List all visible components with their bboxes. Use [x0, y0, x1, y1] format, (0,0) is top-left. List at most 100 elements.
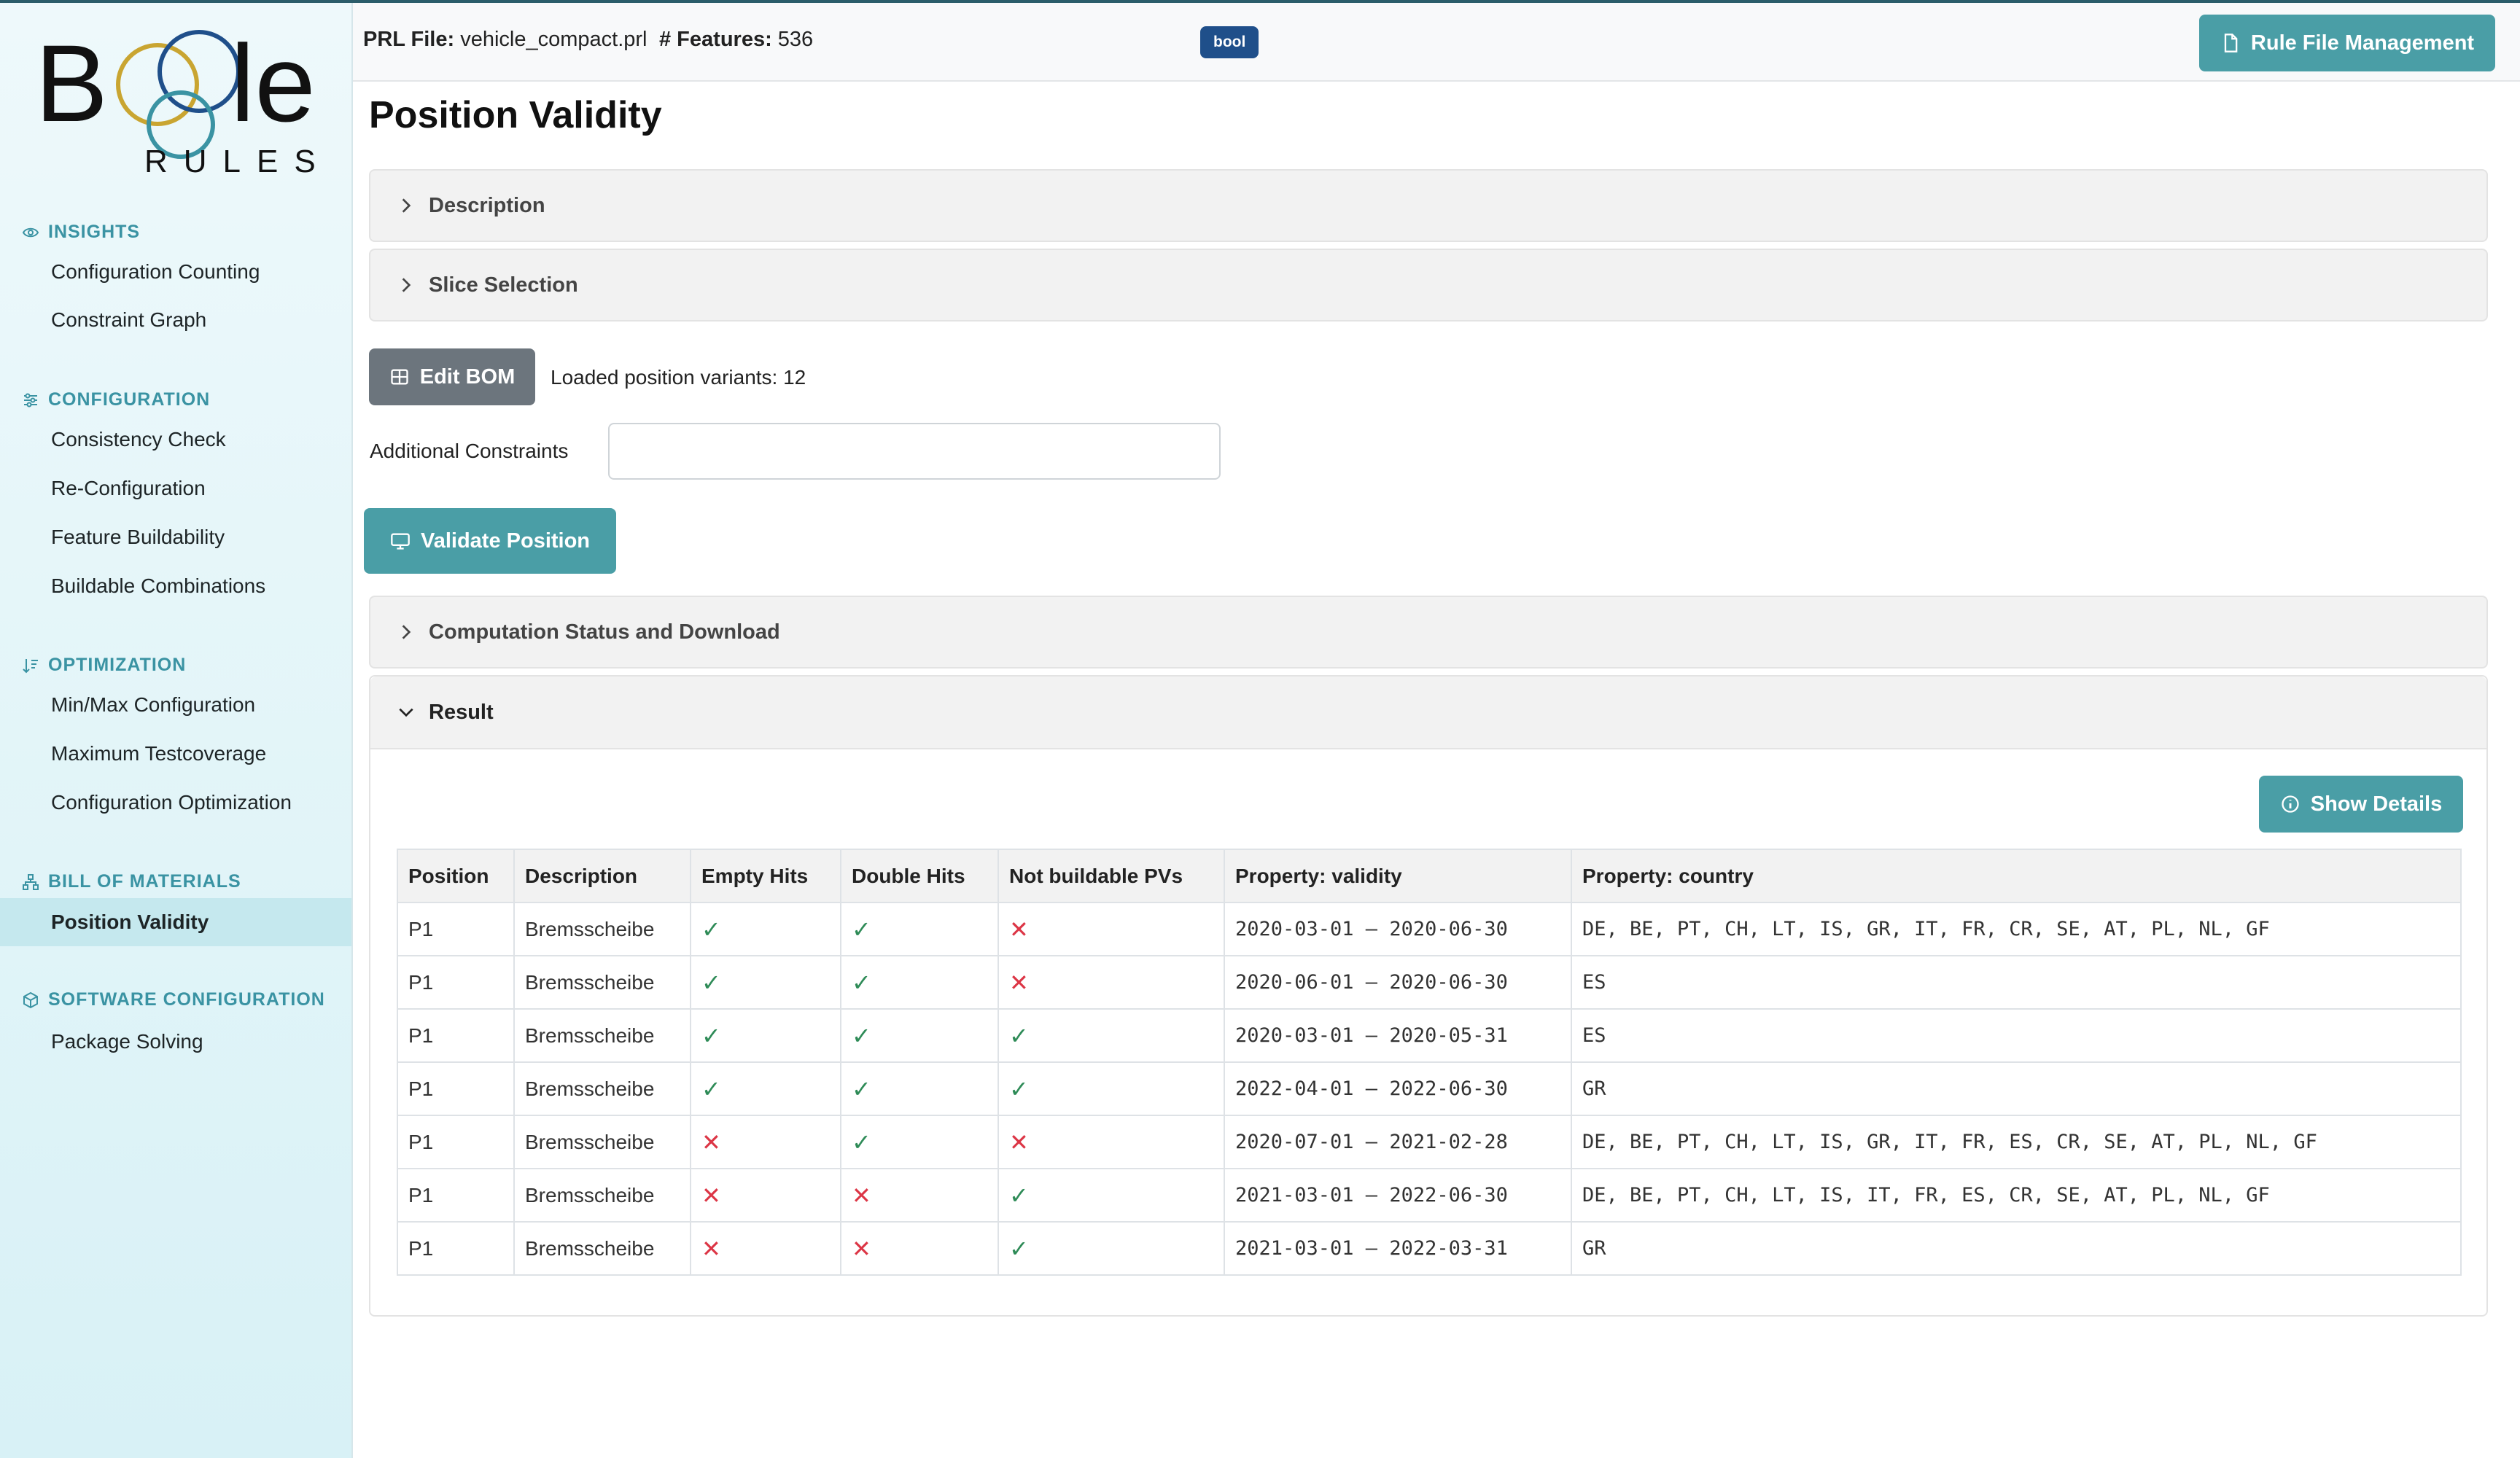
cell-validity: 2020-03-01 – 2020-05-31 — [1224, 1008, 1572, 1063]
sidebar-item-buildable-combinations[interactable]: Buildable Combinations — [0, 562, 351, 610]
check-icon: ✓ — [701, 1075, 721, 1102]
cell-empty-hits: ✓ — [690, 902, 841, 956]
logic-type-badge: bool — [1200, 26, 1259, 58]
table-header-row: Position Description Empty Hits Double H… — [397, 849, 2462, 903]
additional-constraints-input[interactable] — [608, 423, 1221, 480]
sort-icon — [23, 658, 38, 673]
check-icon: ✓ — [701, 1022, 721, 1049]
cell-country: GR — [1571, 1221, 2462, 1276]
cross-icon: ✕ — [1009, 916, 1029, 943]
column-header-country[interactable]: Property: country — [1571, 849, 2462, 903]
cell-empty-hits: ✕ — [690, 1168, 841, 1223]
cell-validity: 2021-03-01 – 2022-06-30 — [1224, 1168, 1572, 1223]
cell-position: P1 — [397, 1008, 515, 1063]
check-icon: ✓ — [1009, 1075, 1029, 1102]
check-icon: ✓ — [852, 1128, 871, 1155]
sidebar-item-package-solving[interactable]: Package Solving — [0, 1018, 351, 1066]
cell-country: DE, BE, PT, CH, LT, IS, IT, FR, ES, CR, … — [1571, 1168, 2462, 1223]
table-row: P1 Bremsscheibe ✕ ✕ ✓ 2021-03-01 – 2022-06-30… — [397, 1168, 2462, 1223]
chevron-right-icon — [402, 198, 411, 213]
cell-position: P1 — [397, 1221, 515, 1276]
sidebar-item-consistency-check[interactable]: Consistency Check — [0, 416, 351, 464]
cell-description: Bremsscheibe — [513, 1115, 691, 1169]
cell-not-buildable: ✓ — [998, 1168, 1225, 1223]
boolerules-logo[interactable]: B le RULES — [35, 19, 316, 187]
page-title: Position Validity — [369, 94, 662, 136]
cell-position: P1 — [397, 1061, 515, 1116]
cross-icon: ✕ — [1009, 969, 1029, 996]
accordion-result[interactable]: Result — [370, 677, 2486, 749]
column-header-description[interactable]: Description — [513, 849, 691, 903]
eye-icon — [22, 227, 39, 237]
column-header-not-buildable[interactable]: Not buildable PVs — [998, 849, 1225, 903]
rule-file-management-button[interactable]: Rule File Management — [2199, 15, 2495, 71]
accordion-computation-status[interactable]: Computation Status and Download — [369, 596, 2488, 668]
section-bill-of-materials: BILL OF MATERIALS — [22, 871, 241, 892]
column-header-position[interactable]: Position — [397, 849, 515, 903]
accordion-slice-selection[interactable]: Slice Selection — [369, 249, 2488, 321]
sidebar-item-configuration-counting[interactable]: Configuration Counting — [0, 248, 351, 296]
cell-not-buildable: ✕ — [998, 955, 1225, 1010]
cell-double-hits: ✓ — [840, 1061, 999, 1116]
cell-not-buildable: ✓ — [998, 1221, 1225, 1276]
section-label: INSIGHTS — [48, 222, 141, 242]
column-header-double-hits[interactable]: Double Hits — [840, 849, 999, 903]
column-header-empty-hits[interactable]: Empty Hits — [690, 849, 841, 903]
table-row: P1 Bremsscheibe ✓ ✓ ✓ 2020-03-01 – 2020-05-31… — [397, 1008, 2462, 1063]
top-header: PRL File: vehicle_compact.prl # Features… — [353, 3, 2520, 82]
prl-file-label: PRL File: — [363, 28, 455, 51]
cross-icon: ✕ — [852, 1182, 871, 1209]
sidebar-item-configuration-optimization[interactable]: Configuration Optimization — [0, 779, 351, 827]
section-insights: INSIGHTS — [22, 222, 140, 243]
sidebar-item-position-validity[interactable]: Position Validity — [0, 898, 351, 946]
cell-description: Bremsscheibe — [513, 902, 691, 956]
validate-position-button[interactable]: Validate Position — [364, 508, 616, 574]
check-icon: ✓ — [852, 1075, 871, 1102]
info-icon — [2282, 795, 2299, 813]
cell-description: Bremsscheibe — [513, 1008, 691, 1063]
check-icon: ✓ — [852, 1022, 871, 1049]
section-configuration: CONFIGURATION — [22, 389, 210, 410]
section-label: OPTIMIZATION — [48, 655, 187, 675]
cross-icon: ✕ — [852, 1235, 871, 1262]
monitor-icon — [391, 533, 410, 550]
cell-country: GR — [1571, 1061, 2462, 1116]
cross-icon: ✕ — [701, 1235, 721, 1262]
features-info: # Features: 536 — [659, 28, 813, 52]
check-icon: ✓ — [701, 969, 721, 996]
cell-not-buildable: ✓ — [998, 1061, 1225, 1116]
check-icon: ✓ — [1009, 1235, 1029, 1262]
show-details-label: Show Details — [2310, 792, 2443, 816]
show-details-button[interactable]: Show Details — [2259, 776, 2463, 833]
sidebar-item-feature-buildability[interactable]: Feature Buildability — [0, 513, 351, 561]
cell-double-hits: ✕ — [840, 1168, 999, 1223]
accordion-description[interactable]: Description — [369, 169, 2488, 242]
cell-empty-hits: ✓ — [690, 1061, 841, 1116]
chevron-down-icon — [399, 708, 413, 717]
edit-bom-button[interactable]: Edit BOM — [369, 348, 535, 405]
cell-description: Bremsscheibe — [513, 1221, 691, 1276]
additional-constraints-label: Additional Constraints — [370, 440, 569, 462]
section-software-configuration: SOFTWARE CONFIGURATION — [22, 989, 325, 1010]
table-row: P1 Bremsscheibe ✕ ✕ ✓ 2021-03-01 – 2022-03-31… — [397, 1221, 2462, 1276]
accordion-title: Result — [429, 700, 494, 724]
column-header-validity[interactable]: Property: validity — [1224, 849, 1572, 903]
cross-icon: ✕ — [701, 1182, 721, 1209]
cell-description: Bremsscheibe — [513, 955, 691, 1010]
sidebar-item-min-max-configuration[interactable]: Min/Max Configuration — [0, 681, 351, 729]
cell-description: Bremsscheibe — [513, 1168, 691, 1223]
sidebar-item-constraint-graph[interactable]: Constraint Graph — [0, 296, 351, 344]
sidebar-item-re-configuration[interactable]: Re-Configuration — [0, 464, 351, 512]
section-label: CONFIGURATION — [48, 389, 211, 410]
accordion-title: Slice Selection — [429, 273, 578, 297]
sidebar-item-maximum-testcoverage[interactable]: Maximum Testcoverage — [0, 730, 351, 778]
cell-description: Bremsscheibe — [513, 1061, 691, 1116]
cell-position: P1 — [397, 1168, 515, 1223]
edit-bom-label: Edit BOM — [419, 364, 516, 389]
rule-file-management-label: Rule File Management — [2250, 31, 2475, 55]
file-icon — [2224, 34, 2238, 52]
cross-icon: ✕ — [1009, 1128, 1029, 1155]
accordion-title: Description — [429, 193, 545, 217]
result-panel: Result Show Details Position Description… — [369, 675, 2488, 1317]
table-row: P1 Bremsscheibe ✕ ✓ ✕ 2020-07-01 – 2021-02-28… — [397, 1115, 2462, 1169]
